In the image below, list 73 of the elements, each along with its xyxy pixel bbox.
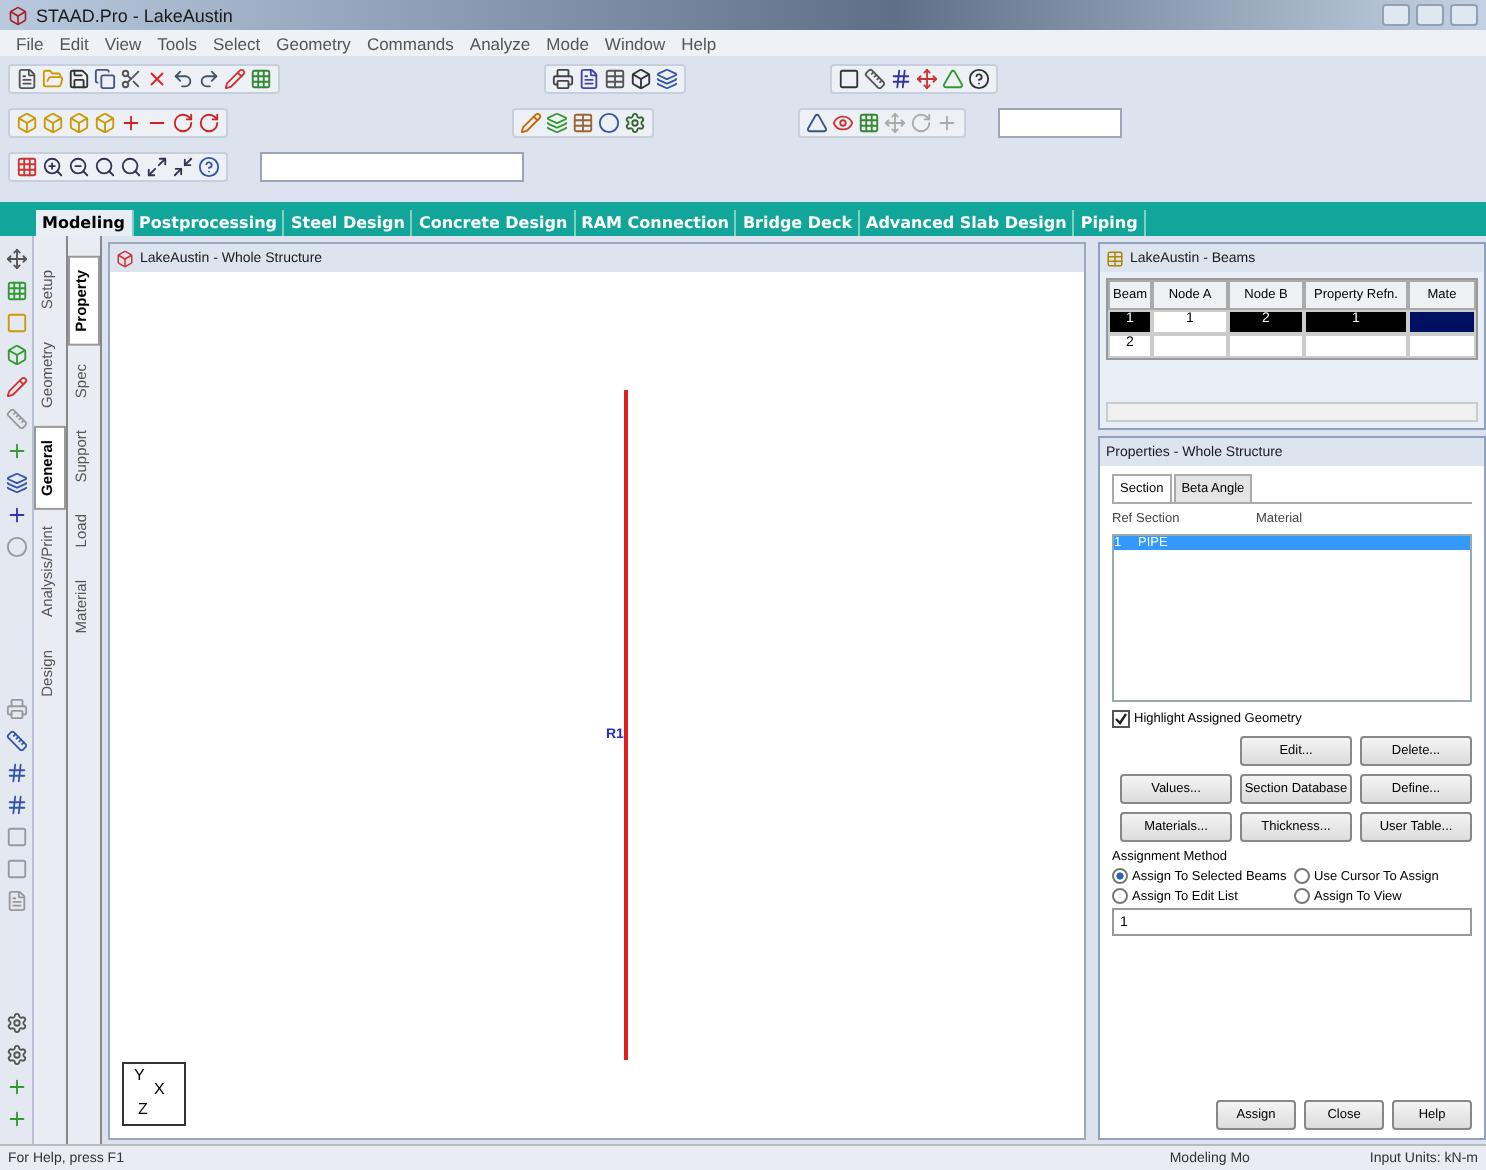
- axis-triad: Y X Z: [122, 1062, 186, 1126]
- layers-icon[interactable]: [546, 112, 568, 134]
- menu-item[interactable]: Window: [604, 33, 666, 53]
- ruler-icon[interactable]: [5, 730, 27, 752]
- menu-item[interactable]: Help: [681, 33, 717, 53]
- document-icon[interactable]: [578, 68, 600, 90]
- grid-icon[interactable]: [250, 68, 272, 90]
- eye-icon[interactable]: [832, 112, 854, 134]
- menu-item[interactable]: View: [104, 33, 142, 53]
- table-icon[interactable]: [604, 68, 626, 90]
- layers-icon[interactable]: [656, 68, 678, 90]
- zoom-in-icon[interactable]: [42, 156, 64, 178]
- move-icon[interactable]: [916, 68, 938, 90]
- window-icon: [116, 249, 134, 267]
- cube-icon[interactable]: [630, 68, 652, 90]
- save-icon[interactable]: [68, 68, 90, 90]
- search-icon[interactable]: [120, 156, 142, 178]
- radio-button[interactable]: [1112, 888, 1128, 904]
- new-file-icon[interactable]: [16, 68, 38, 90]
- app-icon: [8, 5, 28, 25]
- undo-icon[interactable]: [172, 68, 194, 90]
- pencil-icon[interactable]: [224, 68, 246, 90]
- table-icon[interactable]: [572, 112, 594, 134]
- page-tab[interactable]: Modeling: [36, 210, 134, 236]
- help-icon[interactable]: [968, 68, 990, 90]
- menu-item[interactable]: Edit: [59, 33, 89, 53]
- plus-icon[interactable]: [120, 112, 142, 134]
- plus-icon[interactable]: [5, 504, 27, 526]
- square-icon[interactable]: [838, 68, 860, 90]
- grid-icon[interactable]: [858, 112, 880, 134]
- hash-icon[interactable]: [5, 762, 27, 784]
- menu-item[interactable]: Analyze: [469, 33, 531, 53]
- scissors-icon[interactable]: [120, 68, 142, 90]
- window-title: STAAD.Pro - LakeAustin: [36, 5, 233, 25]
- checkbox[interactable]: [1112, 710, 1130, 728]
- menu-item[interactable]: Geometry: [276, 33, 351, 53]
- triangle-icon[interactable]: [806, 112, 828, 134]
- shrink-icon[interactable]: [172, 156, 194, 178]
- layers-icon[interactable]: [5, 472, 27, 494]
- gear-icon[interactable]: [5, 1044, 27, 1066]
- table-cell: [1408, 310, 1476, 334]
- zoom-out-icon[interactable]: [68, 156, 90, 178]
- menu-item[interactable]: Select: [212, 33, 261, 53]
- hash-icon[interactable]: [5, 794, 27, 816]
- printer-icon[interactable]: [552, 68, 574, 90]
- menu-item[interactable]: Mode: [546, 33, 589, 53]
- delete-icon[interactable]: [146, 68, 168, 90]
- ruler-icon[interactable]: [864, 68, 886, 90]
- dropdown-field[interactable]: [998, 108, 1122, 138]
- grid-icon[interactable]: [16, 156, 38, 178]
- radio-button[interactable]: [1294, 868, 1310, 884]
- pencil-icon[interactable]: [5, 376, 27, 398]
- search-icon[interactable]: [94, 156, 116, 178]
- hash-icon[interactable]: [890, 68, 912, 90]
- radio-button[interactable]: [1112, 868, 1128, 884]
- help-icon[interactable]: [198, 156, 220, 178]
- radio-button[interactable]: [1294, 888, 1310, 904]
- gear-icon[interactable]: [624, 112, 646, 134]
- menu-item[interactable]: Tools: [157, 33, 197, 53]
- scroll-bar[interactable]: [1106, 402, 1478, 422]
- rotate-icon[interactable]: [198, 112, 220, 134]
- menu-item[interactable]: Commands: [366, 33, 454, 53]
- grid-icon[interactable]: [5, 280, 27, 302]
- pencil-icon[interactable]: [520, 112, 542, 134]
- circle-icon[interactable]: [598, 112, 620, 134]
- table-icon: [1106, 249, 1124, 267]
- rotate-icon[interactable]: [172, 112, 194, 134]
- redo-icon[interactable]: [198, 68, 220, 90]
- dropdown-field[interactable]: [260, 152, 524, 182]
- fit-icon[interactable]: [146, 156, 168, 178]
- gear-icon[interactable]: [5, 1012, 27, 1034]
- copy-icon[interactable]: [94, 68, 116, 90]
- menu-item[interactable]: File: [16, 33, 44, 53]
